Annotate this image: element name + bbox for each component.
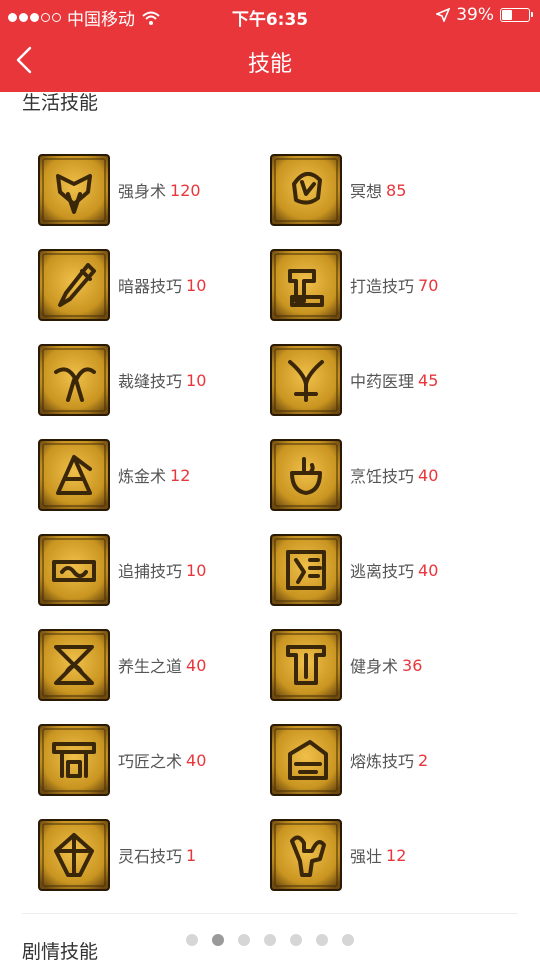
- skill-name: 强身术: [118, 182, 167, 201]
- battery-icon: [500, 8, 533, 22]
- skill-item[interactable]: 打造技巧 70: [270, 249, 438, 321]
- cooking-icon: [270, 439, 342, 511]
- page-title: 技能: [247, 52, 292, 77]
- skill-level: 120: [170, 180, 201, 200]
- navigation-bar: 技能: [0, 30, 540, 92]
- skill-item[interactable]: 裁缝技巧 10: [38, 344, 206, 416]
- skill-item[interactable]: 养生之道 40: [38, 629, 206, 701]
- escape-icon: [270, 534, 342, 606]
- skill-level: 36: [402, 655, 423, 675]
- skill-item[interactable]: 追捕技巧 10: [38, 534, 206, 606]
- location-arrow-icon: [436, 8, 451, 22]
- skill-level: 10: [186, 560, 207, 580]
- meditation-icon: [270, 154, 342, 226]
- skill-level: 45: [418, 370, 439, 390]
- skill-level: 40: [186, 750, 207, 770]
- skill-name: 追捕技巧: [118, 562, 183, 581]
- skill-level: 70: [418, 275, 439, 295]
- skill-level: 40: [418, 465, 439, 485]
- skill-item[interactable]: 炼金术 12: [38, 439, 190, 511]
- hammer-icon: [270, 249, 342, 321]
- page-dot[interactable]: [342, 934, 354, 946]
- skill-level: 85: [386, 180, 407, 200]
- section-divider: [22, 913, 518, 914]
- page-dot[interactable]: [212, 934, 224, 946]
- app-header: 中国移动 下午6:35 39% 技能: [0, 0, 540, 92]
- health-icon: [38, 629, 110, 701]
- herb-icon: [270, 344, 342, 416]
- skill-item[interactable]: 熔炼技巧 2: [270, 724, 428, 796]
- skill-name: 冥想: [350, 182, 383, 201]
- skill-name: 中药医理: [350, 372, 415, 391]
- chase-icon: [38, 534, 110, 606]
- section-title-life-skills: 生活技能: [22, 92, 99, 114]
- status-right: 39%: [436, 5, 533, 25]
- skill-level: 2: [418, 750, 429, 770]
- skill-name: 强壮: [350, 847, 383, 866]
- skill-level: 12: [170, 465, 191, 485]
- fitness-icon: [270, 629, 342, 701]
- skill-name: 裁缝技巧: [118, 372, 183, 391]
- skill-item[interactable]: 中药医理 45: [270, 344, 438, 416]
- skill-item[interactable]: 暗器技巧 10: [38, 249, 206, 321]
- skill-name: 熔炼技巧: [350, 752, 415, 771]
- craftsman-icon: [38, 724, 110, 796]
- skill-name: 暗器技巧: [118, 277, 183, 296]
- skill-item[interactable]: 灵石技巧 1: [38, 819, 196, 891]
- page-dot[interactable]: [316, 934, 328, 946]
- skill-name: 烹饪技巧: [350, 467, 415, 486]
- dagger-icon: [38, 249, 110, 321]
- skill-level: 40: [186, 655, 207, 675]
- skill-level: 40: [418, 560, 439, 580]
- muscle-icon: [270, 819, 342, 891]
- page-indicator[interactable]: [186, 934, 354, 946]
- skill-level: 12: [386, 845, 407, 865]
- spirit-stone-icon: [38, 819, 110, 891]
- scissors-icon: [38, 344, 110, 416]
- page-dot[interactable]: [186, 934, 198, 946]
- section-title-story-skills: 剧情技能: [22, 941, 99, 960]
- skill-item[interactable]: 强身术 120: [38, 154, 201, 226]
- skill-item[interactable]: 强壮 12: [270, 819, 406, 891]
- strength-icon: [38, 154, 110, 226]
- page-dot[interactable]: [264, 934, 276, 946]
- skill-level: 1: [186, 845, 197, 865]
- skill-name: 养生之道: [118, 657, 183, 676]
- skill-name: 炼金术: [118, 467, 167, 486]
- skill-name: 打造技巧: [350, 277, 415, 296]
- skill-item[interactable]: 冥想 85: [270, 154, 406, 226]
- skill-level: 10: [186, 275, 207, 295]
- skill-item[interactable]: 巧匠之术 40: [38, 724, 206, 796]
- skill-name: 健身术: [350, 657, 399, 676]
- smelting-icon: [270, 724, 342, 796]
- skill-name: 巧匠之术: [118, 752, 183, 771]
- skill-item[interactable]: 逃离技巧 40: [270, 534, 438, 606]
- alchemy-icon: [38, 439, 110, 511]
- skill-level: 10: [186, 370, 207, 390]
- skill-item[interactable]: 烹饪技巧 40: [270, 439, 438, 511]
- skill-name: 灵石技巧: [118, 847, 183, 866]
- skill-item[interactable]: 健身术 36: [270, 629, 422, 701]
- skill-name: 逃离技巧: [350, 562, 415, 581]
- page-dot[interactable]: [238, 934, 250, 946]
- status-bar: 中国移动 下午6:35 39%: [0, 0, 540, 30]
- battery-percent: 39%: [456, 5, 494, 25]
- page-dot[interactable]: [290, 934, 302, 946]
